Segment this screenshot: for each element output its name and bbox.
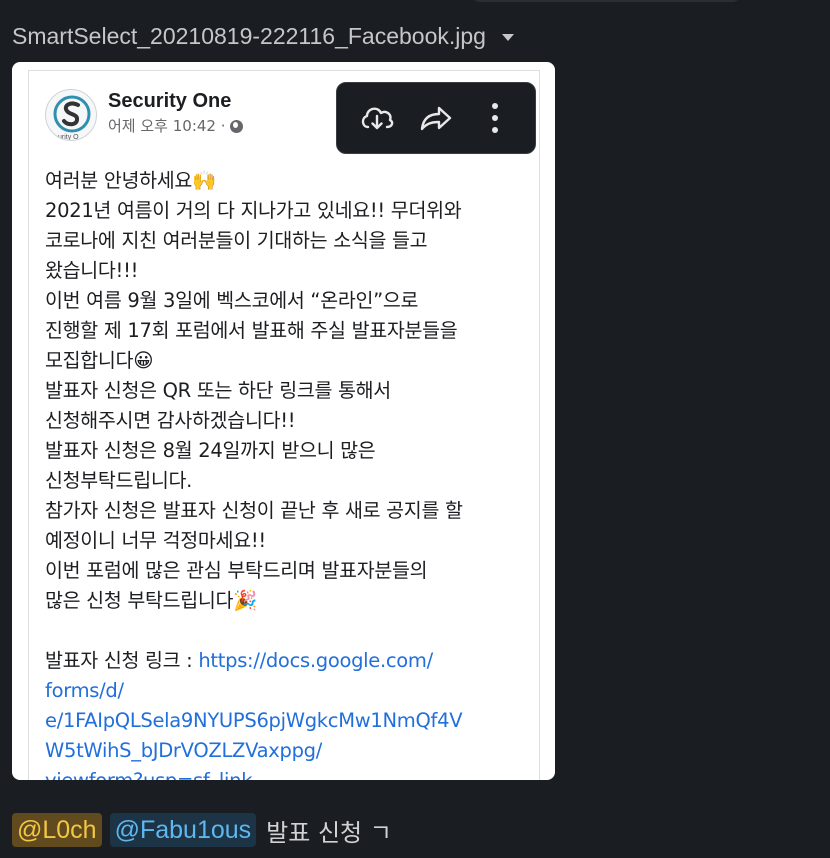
- post-body: 여러분 안녕하세요🙌 2021년 여름이 거의 다 지나가고 있네요!! 무더위…: [45, 166, 535, 780]
- signup-link[interactable]: forms/d/: [45, 676, 535, 706]
- post-meta: Security One 어제 오후 10:42 ·: [108, 89, 243, 137]
- more-vertical-icon[interactable]: [471, 94, 519, 142]
- post-line: 왔습니다!!!: [45, 259, 139, 282]
- svg-text:urity O: urity O: [58, 134, 79, 141]
- signup-link[interactable]: W5tWihS_bJDrVOZLZVaxppg/: [45, 736, 535, 766]
- post-line: 참가자 신청은 발표자 신청이 끝난 후 새로 공지를 할: [45, 499, 463, 522]
- signup-link[interactable]: viewform?usp=sf_link: [45, 766, 535, 780]
- signup-link[interactable]: https://docs.google.com/: [198, 649, 433, 672]
- post-line: 이번 포럼에 많은 관심 부탁드리며 발표자분들의: [45, 559, 428, 582]
- globe-icon: [229, 119, 243, 133]
- channel-view: SmartSelect_20210819-222116_Facebook.jpg…: [0, 0, 830, 858]
- image-hover-toolbar: [336, 82, 536, 154]
- link-line: 발표자 신청 링크 : https://docs.google.com/: [45, 646, 535, 676]
- post-header: urity O Security One 어제 오후 10:42 ·: [45, 89, 243, 141]
- security-one-logo: urity O: [45, 89, 97, 141]
- message-text: 발표 신청 ㄱ: [266, 818, 392, 847]
- file-name-header[interactable]: SmartSelect_20210819-222116_Facebook.jpg: [12, 20, 514, 52]
- post-blank-line: [45, 616, 535, 646]
- post-author[interactable]: Security One: [108, 89, 243, 113]
- post-line: 예정이니 너무 걱정마세요!!: [45, 529, 266, 552]
- post-line: 신청부탁드립니다.: [45, 469, 193, 492]
- link-label: 발표자 신청 링크 :: [45, 649, 199, 672]
- previous-message-edge: [470, 0, 742, 2]
- mention-user[interactable]: @Fabu1ous: [109, 813, 257, 847]
- cloud-download-icon[interactable]: [353, 94, 401, 142]
- post-line: 발표자 신청은 8월 24일까지 받으니 많은: [45, 439, 376, 462]
- file-name[interactable]: SmartSelect_20210819-222116_Facebook.jpg: [12, 23, 486, 50]
- post-line: 여러분 안녕하세요🙌: [45, 169, 216, 192]
- post-line: 모집합니다😀: [45, 349, 154, 372]
- post-time-text: 어제 오후 10:42 ·: [108, 117, 226, 135]
- post-line: 진행할 제 17회 포럼에서 발표해 주실 발표자분들을: [45, 319, 458, 342]
- post-line: 2021년 여름이 거의 다 지나가고 있네요!! 무더위와: [45, 199, 462, 222]
- post-line: 이번 여름 9월 3일에 벡스코에서 “온라인”으로: [45, 289, 419, 312]
- post-line: 코로나에 지친 여러분들이 기대하는 소식을 들고: [45, 229, 428, 252]
- post-timestamp: 어제 오후 10:42 ·: [108, 115, 243, 137]
- post-line: 발표자 신청은 QR 또는 하단 링크를 통해서: [45, 379, 391, 402]
- facebook-post: urity O Security One 어제 오후 10:42 · 여러분 안…: [28, 70, 540, 780]
- share-arrow-icon[interactable]: [412, 94, 460, 142]
- caret-down-icon[interactable]: [501, 33, 514, 41]
- post-line: 신청해주시면 감사하겠습니다!!: [45, 409, 296, 432]
- message-text-line: @L0ch @Fabu1ous 발표 신청 ㄱ: [12, 812, 392, 848]
- post-line: 많은 신청 부탁드립니다🎉: [45, 589, 258, 612]
- image-attachment[interactable]: urity O Security One 어제 오후 10:42 · 여러분 안…: [12, 62, 555, 780]
- mention-self[interactable]: @L0ch: [12, 813, 102, 847]
- signup-link[interactable]: e/1FAIpQLSela9NYUPS6pjWgkcMw1NmQf4V: [45, 706, 535, 736]
